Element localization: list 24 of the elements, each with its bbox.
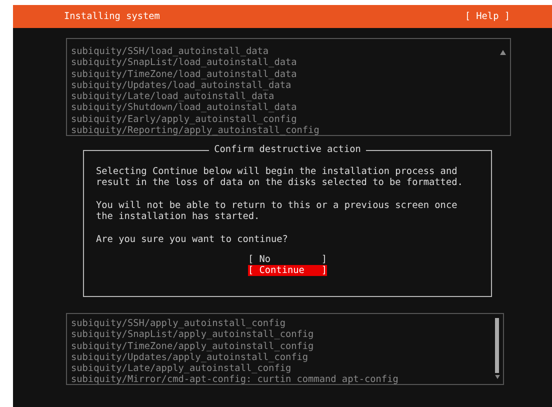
log-line: subiquity/SnapList/apply_autoinstall_config — [71, 329, 314, 341]
window-title: Installing system — [64, 11, 160, 22]
log-line: subiquity/SSH/apply_autoinstall_config — [71, 318, 286, 330]
scroll-up-icon[interactable] — [500, 50, 506, 55]
dialog-text: Are you sure you want to continue? — [96, 234, 289, 246]
log-line: subiquity/Shutdown/load_autoinstall_data — [71, 102, 297, 114]
log-line: subiquity/SnapList/load_autoinstall_data — [71, 57, 297, 69]
log-line: subiquity/Reporting/apply_autoinstall_config — [71, 125, 320, 136]
log-line: subiquity/TimeZone/apply_autoinstall_config — [71, 340, 314, 352]
log-line: subiquity/Late/apply_autoinstall_config — [71, 363, 292, 374]
log-line: subiquity/TimeZone/load_autoinstall_data — [71, 68, 297, 80]
log-line: subiquity/Late/load_autoinstall_data — [71, 91, 274, 102]
dialog-text: You will not be able to return to this or a previous screen once the installation has started. — [96, 200, 458, 222]
dialog-button[interactable]: [ Continue ] — [248, 265, 328, 276]
dialog-button[interactable]: [ No ] — [248, 254, 328, 266]
log-line: subiquity/Updates/apply_autoinstall_config — [71, 352, 308, 364]
help-button[interactable]: [ Help ] — [464, 11, 510, 22]
log-line: subiquity/Early/apply_autoinstall_config — [71, 114, 297, 126]
scrollbar-thumb[interactable] — [495, 318, 499, 373]
log-line: subiquity/Updates/load_autoinstall_data — [71, 80, 292, 92]
log-line: subiquity/SSH/load_autoinstall_data — [71, 46, 269, 58]
scroll-down-icon[interactable] — [494, 375, 500, 379]
dialog-text: Selecting Continue below will begin the installation process and result in the loss of data on the disks selected to be formatted. — [96, 166, 464, 189]
log-line: subiquity/Mirror/cmd-apt-config: curtin command apt-config — [71, 374, 398, 386]
